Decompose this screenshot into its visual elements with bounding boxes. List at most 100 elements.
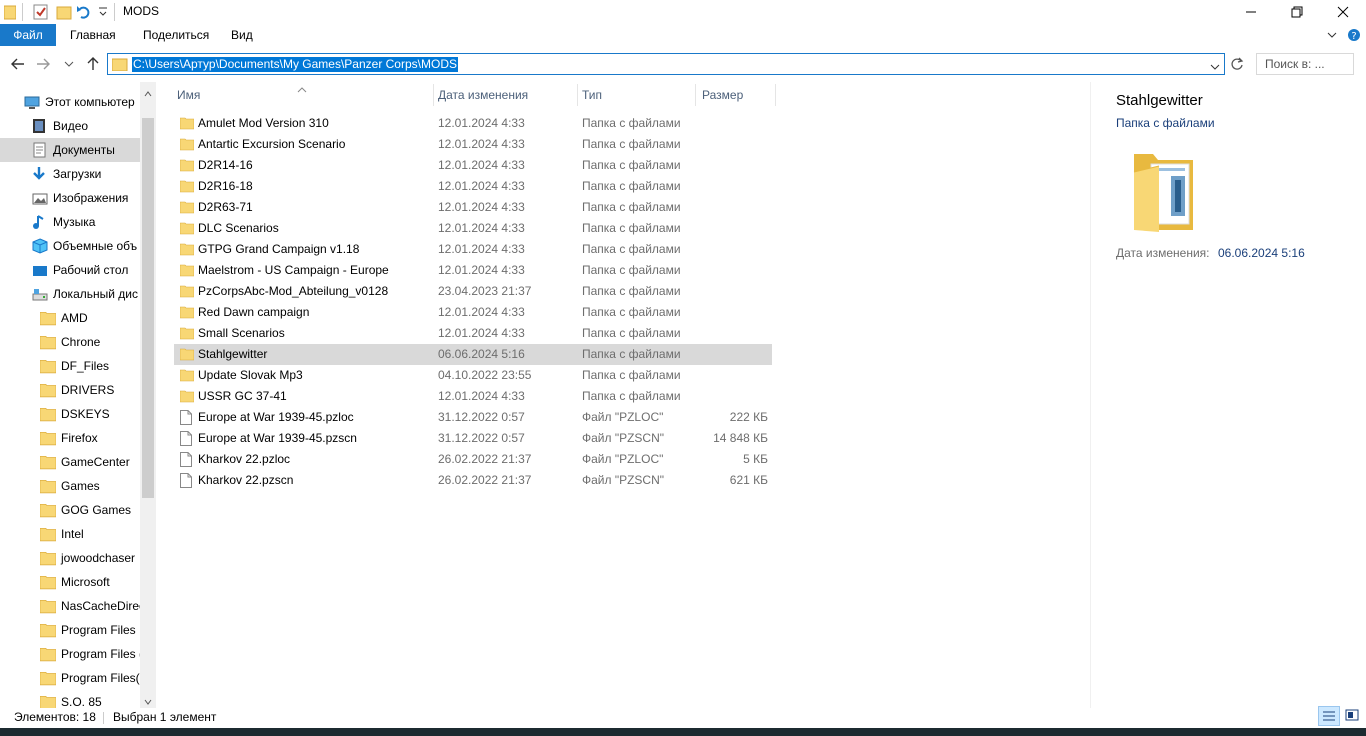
- forward-button[interactable]: [33, 54, 53, 74]
- title-bar: MODS: [0, 0, 1366, 24]
- sidebar-item[interactable]: Program Files (: [0, 642, 140, 666]
- file-type: Папка с файлами: [582, 263, 681, 277]
- minimize-button[interactable]: [1228, 0, 1274, 24]
- sidebar-item[interactable]: DSKEYS: [0, 402, 140, 426]
- file-row[interactable]: D2R16-18 12.01.2024 4:33 Папка с файлами: [174, 176, 772, 197]
- undo-icon[interactable]: [76, 4, 92, 23]
- address-dropdown-chevron-icon[interactable]: [1210, 60, 1220, 74]
- sidebar-item[interactable]: GOG Games: [0, 498, 140, 522]
- file-row[interactable]: Amulet Mod Version 310 12.01.2024 4:33 Пап…: [174, 113, 772, 134]
- customize-toolbar-chevron-icon[interactable]: [98, 6, 108, 21]
- address-bar[interactable]: C:\Users\Артур\Documents\My Games\Panzer…: [107, 53, 1225, 75]
- file-row[interactable]: Kharkov 22.pzscn 26.02.2022 21:37 Файл "PZ…: [174, 470, 772, 491]
- file-name: USSR GC 37-41: [198, 389, 287, 403]
- sidebar-item[interactable]: Музыка: [0, 210, 140, 234]
- file-type: Файл "PZLOC": [582, 410, 664, 424]
- details-view-button[interactable]: [1318, 706, 1340, 726]
- file-row[interactable]: Antartic Excursion Scenario 12.01.2024 4:…: [174, 134, 772, 155]
- sidebar-item[interactable]: DF_Files: [0, 354, 140, 378]
- column-divider[interactable]: [695, 84, 696, 106]
- sidebar-item[interactable]: GameCenter: [0, 450, 140, 474]
- search-input[interactable]: Поиск в: ...: [1256, 53, 1354, 75]
- column-header-size[interactable]: Размер: [702, 82, 743, 108]
- file-date: 12.01.2024 4:33: [438, 242, 525, 256]
- column-divider[interactable]: [433, 84, 434, 106]
- details-pane: Stahlgewitter Папка с файлами Дата измен…: [1090, 82, 1366, 708]
- sidebar-item-label: Видео: [53, 119, 89, 133]
- sidebar-item[interactable]: jowoodchaser: [0, 546, 140, 570]
- recent-locations-button[interactable]: [62, 54, 76, 74]
- tab-share[interactable]: Поделиться: [130, 24, 222, 46]
- restore-button[interactable]: [1274, 0, 1320, 24]
- refresh-button[interactable]: [1227, 54, 1247, 74]
- taskbar: [0, 728, 1366, 736]
- sidebar-item[interactable]: Program Files: [0, 618, 140, 642]
- tab-home[interactable]: Главная: [57, 24, 129, 46]
- sidebar-item[interactable]: Chrone: [0, 330, 140, 354]
- sidebar-item[interactable]: Загрузки: [0, 162, 140, 186]
- file-row[interactable]: Europe at War 1939-45.pzscn 31.12.2022 0:…: [174, 428, 772, 449]
- sidebar-item[interactable]: S.O. 85: [0, 690, 140, 708]
- help-icon[interactable]: ?: [1347, 27, 1361, 46]
- column-header-date[interactable]: Дата изменения: [438, 82, 528, 108]
- file-type: Папка с файлами: [582, 389, 681, 403]
- tab-view[interactable]: Вид: [218, 24, 266, 46]
- sidebar-scrollbar[interactable]: [140, 82, 156, 708]
- column-header-type[interactable]: Тип: [582, 82, 602, 108]
- column-divider[interactable]: [577, 84, 578, 106]
- sidebar-item[interactable]: Локальный дис: [0, 282, 140, 306]
- pictures-icon: [32, 190, 48, 206]
- file-row[interactable]: Update Slovak Mp3 04.10.2022 23:55 Папка с…: [174, 365, 772, 386]
- sidebar-item[interactable]: Изображения: [0, 186, 140, 210]
- properties-icon[interactable]: [33, 4, 49, 23]
- column-divider[interactable]: [775, 84, 776, 106]
- up-button[interactable]: [83, 54, 103, 74]
- sidebar-item[interactable]: Intel: [0, 522, 140, 546]
- svg-text:?: ?: [1351, 31, 1356, 42]
- file-row[interactable]: Maelstrom - US Campaign - Europe 12.01.20…: [174, 260, 772, 281]
- tab-file[interactable]: Файл: [0, 24, 56, 46]
- file-row[interactable]: Stahlgewitter 06.06.2024 5:16 Папка с файл…: [174, 344, 772, 365]
- large-icons-view-button[interactable]: [1342, 706, 1364, 726]
- file-row[interactable]: Kharkov 22.pzloc 26.02.2022 21:37 Файл "PZ…: [174, 449, 772, 470]
- sidebar-item[interactable]: DRIVERS: [0, 378, 140, 402]
- new-folder-icon[interactable]: [56, 4, 72, 23]
- file-date: 12.01.2024 4:33: [438, 179, 525, 193]
- sidebar-item[interactable]: Program Files(:: [0, 666, 140, 690]
- sidebar-item[interactable]: Рабочий стол: [0, 258, 140, 282]
- column-header-name[interactable]: Имя: [177, 82, 200, 108]
- scroll-down-chevron-icon[interactable]: [144, 694, 152, 708]
- sidebar-item-label: Firefox: [61, 431, 98, 445]
- sidebar-item[interactable]: NasCacheDirec: [0, 594, 140, 618]
- file-row[interactable]: USSR GC 37-41 12.01.2024 4:33 Папка с файл…: [174, 386, 772, 407]
- sidebar-item[interactable]: Объемные объ: [0, 234, 140, 258]
- desktop-icon: [32, 262, 48, 278]
- back-button[interactable]: [8, 54, 28, 74]
- file-row[interactable]: Europe at War 1939-45.pzloc 31.12.2022 0:…: [174, 407, 772, 428]
- file-row[interactable]: GTPG Grand Campaign v1.18 12.01.2024 4:33…: [174, 239, 772, 260]
- sidebar-item[interactable]: AMD: [0, 306, 140, 330]
- sidebar-item[interactable]: Видео: [0, 114, 140, 138]
- file-type: Папка с файлами: [582, 305, 681, 319]
- file-row[interactable]: DLC Scenarios 12.01.2024 4:33 Папка с файл…: [174, 218, 772, 239]
- file-row[interactable]: D2R14-16 12.01.2024 4:33 Папка с файлами: [174, 155, 772, 176]
- folder-icon: [39, 310, 57, 326]
- details-view-icon: [1323, 711, 1335, 721]
- file-date: 23.04.2023 21:37: [438, 284, 532, 298]
- file-type: Папка с файлами: [582, 179, 681, 193]
- sidebar-item[interactable]: Документы: [0, 138, 140, 162]
- sidebar-item[interactable]: Firefox: [0, 426, 140, 450]
- address-path[interactable]: C:\Users\Артур\Documents\My Games\Panzer…: [132, 57, 458, 72]
- scroll-up-chevron-icon[interactable]: [144, 86, 152, 100]
- expand-ribbon-chevron-icon[interactable]: [1326, 29, 1338, 43]
- sidebar-item[interactable]: Этот компьютер: [0, 90, 140, 114]
- sidebar-item[interactable]: Games: [0, 474, 140, 498]
- file-row[interactable]: D2R63-71 12.01.2024 4:33 Папка с файлами: [174, 197, 772, 218]
- file-row[interactable]: PzCorpsAbc-Mod_Abteilung_v0128 23.04.2023…: [174, 281, 772, 302]
- close-button[interactable]: [1320, 0, 1366, 24]
- file-row[interactable]: Red Dawn campaign 12.01.2024 4:33 Папка с …: [174, 302, 772, 323]
- file-row[interactable]: Small Scenarios 12.01.2024 4:33 Папка с фа…: [174, 323, 772, 344]
- sidebar-item[interactable]: Microsoft: [0, 570, 140, 594]
- file-type: Папка с файлами: [582, 326, 681, 340]
- sidebar-scroll-thumb[interactable]: [142, 118, 154, 498]
